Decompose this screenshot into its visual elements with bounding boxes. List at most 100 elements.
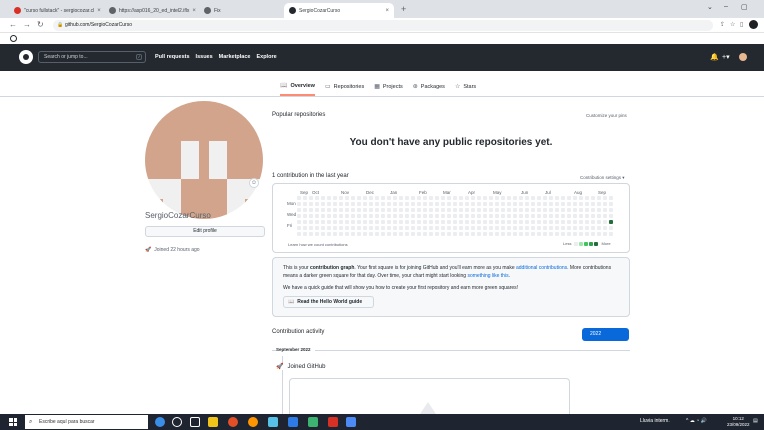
contribution-day-cell[interactable] <box>459 202 463 206</box>
contribution-day-cell[interactable] <box>453 226 457 230</box>
contribution-day-cell[interactable] <box>363 208 367 212</box>
notifications-bell-icon[interactable]: 🔔 <box>710 53 719 61</box>
contribution-day-cell[interactable] <box>537 196 541 200</box>
contribution-day-cell[interactable] <box>363 220 367 224</box>
contribution-day-cell[interactable] <box>507 196 511 200</box>
contribution-day-cell[interactable] <box>417 208 421 212</box>
set-status-smiley-icon[interactable]: ☺ <box>249 178 259 188</box>
contribution-day-cell[interactable] <box>501 202 505 206</box>
contribution-day-cell[interactable] <box>393 202 397 206</box>
contribution-day-cell[interactable] <box>309 208 313 212</box>
contribution-day-cell[interactable] <box>399 196 403 200</box>
firefox-icon[interactable] <box>248 417 258 427</box>
contribution-day-cell[interactable] <box>393 232 397 236</box>
contribution-day-cell[interactable] <box>597 208 601 212</box>
contribution-day-cell[interactable] <box>417 202 421 206</box>
contribution-day-cell[interactable] <box>333 208 337 212</box>
contribution-day-cell[interactable] <box>447 202 451 206</box>
contribution-day-cell[interactable] <box>495 208 499 212</box>
contribution-day-cell[interactable] <box>381 214 385 218</box>
contribution-day-cell[interactable] <box>387 232 391 236</box>
contribution-day-cell[interactable] <box>471 208 475 212</box>
contribution-day-cell[interactable] <box>483 220 487 224</box>
contribution-day-cell[interactable] <box>363 226 367 230</box>
contribution-day-cell[interactable] <box>561 220 565 224</box>
contribution-day-cell[interactable] <box>375 202 379 206</box>
contribution-day-cell[interactable] <box>585 208 589 212</box>
contribution-day-cell[interactable] <box>315 220 319 224</box>
contribution-day-cell[interactable] <box>573 208 577 212</box>
contribution-day-cell[interactable] <box>483 232 487 236</box>
contribution-day-cell[interactable] <box>321 232 325 236</box>
contribution-day-cell[interactable] <box>495 232 499 236</box>
contribution-day-cell[interactable] <box>333 202 337 206</box>
contribution-day-cell[interactable] <box>351 232 355 236</box>
bookmark-star-icon[interactable]: ☆ <box>730 21 735 28</box>
contribution-day-cell[interactable] <box>603 202 607 206</box>
acrobat-icon[interactable] <box>328 417 338 427</box>
year-2022-button[interactable]: 2022 <box>582 328 629 341</box>
contribution-day-cell[interactable] <box>375 214 379 218</box>
contribution-day-cell[interactable] <box>465 202 469 206</box>
contribution-day-cell[interactable] <box>447 196 451 200</box>
contribution-day-cell[interactable] <box>345 220 349 224</box>
contribution-day-cell[interactable] <box>453 196 457 200</box>
contribution-day-cell[interactable] <box>459 208 463 212</box>
contribution-day-cell[interactable] <box>327 220 331 224</box>
file-explorer-icon[interactable] <box>208 417 218 427</box>
contribution-day-cell[interactable] <box>537 202 541 206</box>
contribution-day-cell[interactable] <box>405 196 409 200</box>
contribution-day-cell[interactable] <box>303 196 307 200</box>
contribution-day-cell[interactable] <box>441 202 445 206</box>
contribution-day-cell[interactable] <box>375 196 379 200</box>
contribution-day-cell[interactable] <box>585 202 589 206</box>
contribution-day-cell[interactable] <box>297 202 301 206</box>
contribution-day-cell[interactable] <box>435 196 439 200</box>
hello-world-guide-button[interactable]: 📖 Read the Hello World guide <box>283 296 374 308</box>
contribution-day-cell[interactable] <box>555 232 559 236</box>
contribution-day-cell[interactable] <box>297 196 301 200</box>
contribution-day-cell[interactable] <box>345 214 349 218</box>
contribution-day-cell[interactable] <box>501 214 505 218</box>
contribution-day-cell[interactable] <box>513 196 517 200</box>
contribution-day-cell[interactable] <box>567 196 571 200</box>
contribution-day-cell[interactable] <box>561 202 565 206</box>
contribution-day-cell[interactable] <box>405 208 409 212</box>
contribution-day-cell[interactable] <box>447 208 451 212</box>
contribution-day-cell[interactable] <box>471 214 475 218</box>
contribution-day-cell[interactable] <box>507 202 511 206</box>
contribution-day-cell[interactable] <box>321 226 325 230</box>
contribution-day-cell[interactable] <box>543 214 547 218</box>
contribution-day-cell[interactable] <box>393 220 397 224</box>
tab-overview[interactable]: 📖 Overview <box>280 82 315 96</box>
contribution-day-cell[interactable] <box>609 220 613 224</box>
contribution-day-cell[interactable] <box>507 208 511 212</box>
contribution-day-cell[interactable] <box>357 226 361 230</box>
contribution-day-cell[interactable] <box>591 232 595 236</box>
contribution-day-cell[interactable] <box>465 232 469 236</box>
contribution-day-cell[interactable] <box>303 202 307 206</box>
app-icon[interactable] <box>308 417 318 427</box>
contribution-day-cell[interactable] <box>495 202 499 206</box>
contribution-day-cell[interactable] <box>585 214 589 218</box>
contribution-day-cell[interactable] <box>369 196 373 200</box>
contribution-day-cell[interactable] <box>327 196 331 200</box>
contribution-day-cell[interactable] <box>465 220 469 224</box>
contribution-day-cell[interactable] <box>339 208 343 212</box>
contribution-day-cell[interactable] <box>549 220 553 224</box>
contribution-day-cell[interactable] <box>513 214 517 218</box>
contribution-day-cell[interactable] <box>441 196 445 200</box>
contribution-day-cell[interactable] <box>567 202 571 206</box>
contribution-day-cell[interactable] <box>519 196 523 200</box>
contribution-day-cell[interactable] <box>369 226 373 230</box>
contribution-day-cell[interactable] <box>591 220 595 224</box>
profile-avatar[interactable] <box>145 101 263 219</box>
contribution-day-cell[interactable] <box>309 232 313 236</box>
contribution-day-cell[interactable] <box>597 202 601 206</box>
contribution-day-cell[interactable] <box>609 208 613 212</box>
contribution-day-cell[interactable] <box>483 214 487 218</box>
contribution-day-cell[interactable] <box>597 220 601 224</box>
contribution-day-cell[interactable] <box>477 232 481 236</box>
contribution-settings-dropdown[interactable]: Contribution settings ▾ <box>580 175 625 181</box>
maximize-button[interactable]: ▢ <box>741 3 748 11</box>
